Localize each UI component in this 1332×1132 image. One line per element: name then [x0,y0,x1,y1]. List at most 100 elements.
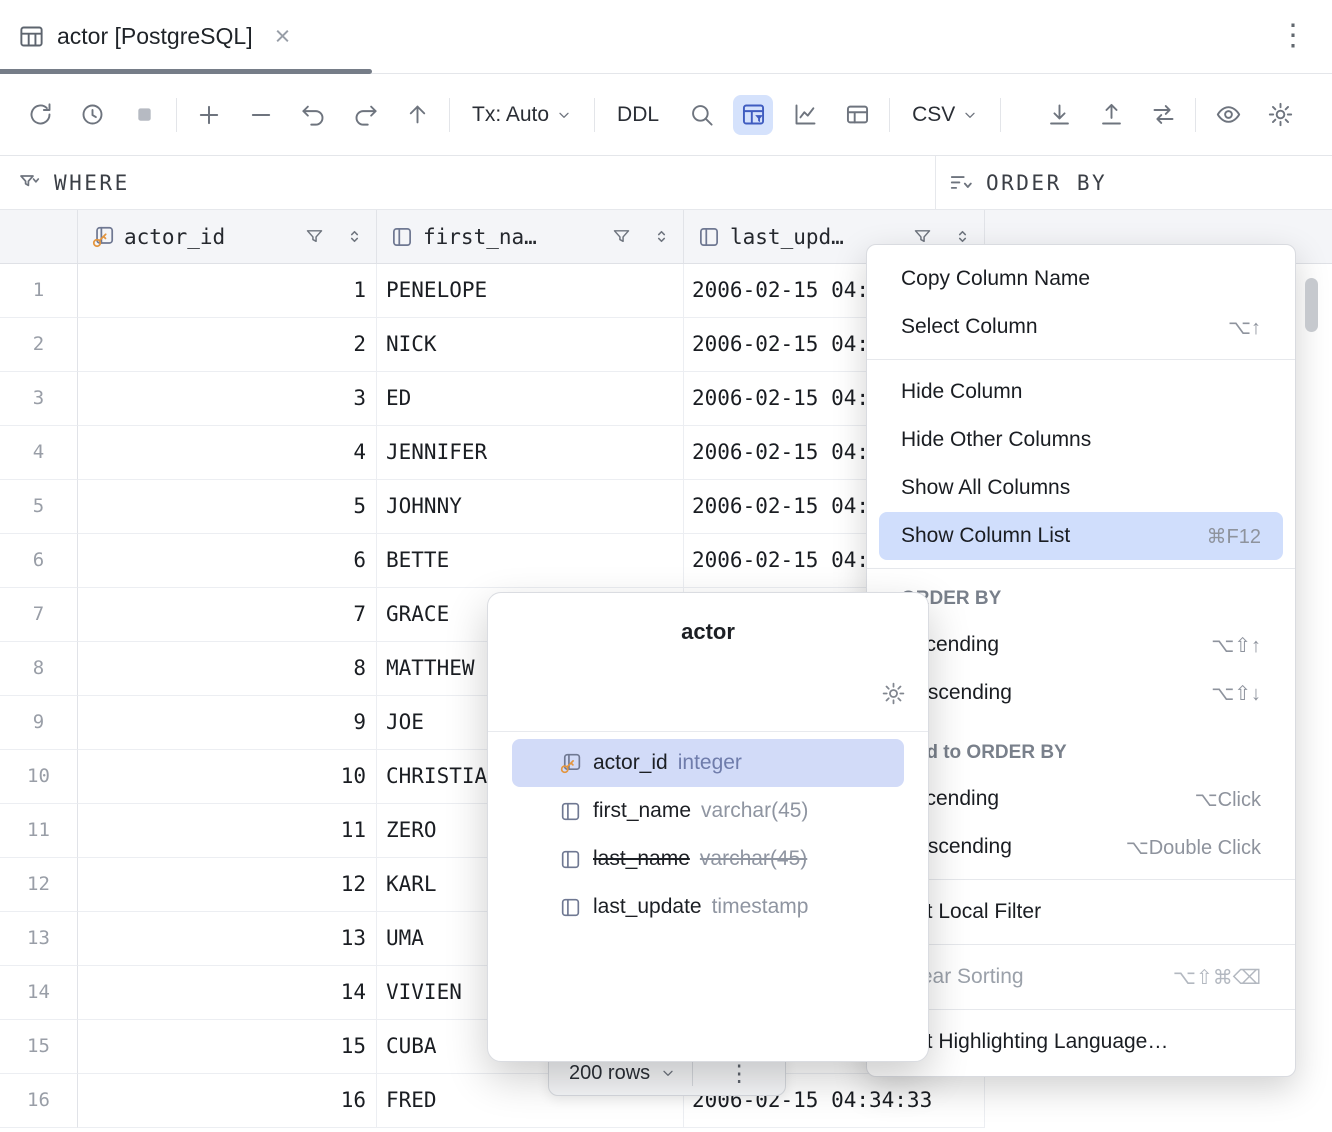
cell-actor-id[interactable]: 4 [78,426,377,480]
ddl-button[interactable]: DDL [607,95,669,135]
cell-actor-id[interactable]: 5 [78,480,377,534]
row-number: 2 [0,318,78,372]
column-type: varchar(45) [700,847,807,871]
cell-first-name[interactable]: JOHNNY [377,480,684,534]
export-download-button[interactable] [1039,95,1079,135]
stop-button[interactable] [124,95,164,135]
table-icon [18,23,45,50]
column-sort-icon[interactable] [652,227,671,246]
compare-arrows-button[interactable] [1143,95,1183,135]
vertical-scrollbar-thumb[interactable] [1305,278,1318,332]
cell-actor-id[interactable]: 6 [78,534,377,588]
column-key-icon [558,751,583,776]
menu-item-hide-other-columns[interactable]: Hide Other Columns [867,416,1295,464]
menu-item-sort-ascending[interactable]: Ascending ⌥⇧↑ [867,621,1295,669]
revert-button[interactable] [345,95,385,135]
column-name: last_name [593,847,690,871]
kebab-menu-icon[interactable]: ⋮ [1278,16,1308,55]
cell-actor-id[interactable]: 9 [78,696,377,750]
menu-item-add-ascending[interactable]: Ascending ⌥Click [867,775,1295,823]
where-filter-field[interactable]: WHERE [18,156,130,210]
delete-row-button[interactable] [241,95,281,135]
menu-item-clear-sorting[interactable]: Clear Sorting ⌥⇧⌘⌫ [867,953,1295,1001]
menu-separator [867,359,1295,360]
menu-item-sort-descending[interactable]: Descending ⌥⇧↓ [867,669,1295,717]
cell-first-name[interactable]: PENELOPE [377,264,684,318]
settings-gear-button[interactable] [1260,95,1300,135]
menu-item-show-column-list[interactable]: Show Column List ⌘F12 [879,512,1283,560]
import-upload-button[interactable] [1091,95,1131,135]
column-header-actor-id[interactable]: actor_id [78,210,377,263]
popup-gear-icon[interactable] [881,681,906,706]
column-filter-funnel-icon[interactable] [611,226,632,247]
menu-item-show-all-columns[interactable]: Show All Columns [867,464,1295,512]
cell-actor-id[interactable]: 2 [78,318,377,372]
cell-actor-id[interactable]: 11 [78,804,377,858]
search-button[interactable] [681,95,721,135]
chevron-down-icon [962,107,978,123]
menu-item-select-column[interactable]: Select Column ⌥↑ [867,303,1295,351]
cell-actor-id[interactable]: 15 [78,1020,377,1074]
column-header-first-name[interactable]: first_name [377,210,684,263]
cell-actor-id[interactable]: 10 [78,750,377,804]
list-item-last-name[interactable]: last_name varchar(45) [512,835,904,883]
cell-actor-id[interactable]: 7 [78,588,377,642]
refresh-button[interactable] [20,95,60,135]
menu-item-label: Hide Column [901,380,1022,404]
menu-separator [867,944,1295,945]
ddl-label: DDL [617,103,659,127]
column-type: integer [678,751,742,775]
history-clock-button[interactable] [72,95,112,135]
menu-item-hide-column[interactable]: Hide Column [867,368,1295,416]
menu-shortcut: ⌘F12 [1207,524,1261,549]
cell-first-name[interactable]: JENNIFER [377,426,684,480]
rows-kebab-menu[interactable]: ⋮ [693,1060,785,1087]
order-by-field[interactable]: ORDER BY [948,156,1107,210]
order-by-sort-icon [948,170,974,196]
cell-first-name[interactable]: NICK [377,318,684,372]
menu-item-copy-column-name[interactable]: Copy Column Name [867,255,1295,303]
row-number: 14 [0,966,78,1020]
cell-actor-id[interactable]: 3 [78,372,377,426]
column-filter-funnel-icon[interactable] [304,226,325,247]
cell-actor-id[interactable]: 14 [78,966,377,1020]
cell-actor-id[interactable]: 8 [78,642,377,696]
where-label: WHERE [54,171,130,195]
row-number: 16 [0,1074,78,1128]
menu-item-add-descending[interactable]: Descending ⌥Double Click [867,823,1295,871]
tx-mode-dropdown[interactable]: Tx: Auto [462,95,582,135]
tab-actor-postgresql[interactable]: actor [PostgreSQL] × [18,0,290,73]
popup-title: actor [488,619,928,645]
rows-count-dropdown[interactable]: 200 rows [569,1062,650,1085]
chart-button[interactable] [785,95,825,135]
list-item-actor-id[interactable]: actor_id integer [512,739,904,787]
cell-first-name[interactable]: ED [377,372,684,426]
menu-item-set-highlighting-language[interactable]: Set Highlighting Language… [867,1018,1295,1066]
menu-item-set-local-filter[interactable]: Set Local Filter [867,888,1295,936]
list-item-last-update[interactable]: last_update timestamp [512,883,904,931]
chevron-down-icon[interactable] [660,1065,676,1081]
row-number: 10 [0,750,78,804]
cell-actor-id[interactable]: 1 [78,264,377,318]
cell-actor-id[interactable]: 13 [78,912,377,966]
column-name: first_name [593,799,691,823]
menu-section-order-by: ORDER BY [867,577,1295,621]
add-row-button[interactable] [189,95,229,135]
undo-button[interactable] [293,95,333,135]
column-sort-icon[interactable] [345,227,364,246]
cell-actor-id[interactable]: 12 [78,858,377,912]
cell-first-name[interactable]: BETTE [377,534,684,588]
menu-shortcut: ⌥Click [1195,787,1261,812]
toggle-filters-button[interactable] [733,95,773,135]
column-key-icon [90,224,116,250]
tab-bar: actor [PostgreSQL] × ⋮ [0,0,1332,74]
export-format-dropdown[interactable]: CSV [902,95,988,135]
table-view-button[interactable] [837,95,877,135]
where-funnel-icon [18,171,42,195]
submit-button[interactable] [397,95,437,135]
close-icon[interactable]: × [275,23,291,50]
cell-actor-id[interactable]: 16 [78,1074,377,1128]
list-item-first-name[interactable]: first_name varchar(45) [512,787,904,835]
view-options-eye-button[interactable] [1208,95,1248,135]
column-context-menu: Copy Column Name Select Column ⌥↑ Hide C… [866,244,1296,1077]
